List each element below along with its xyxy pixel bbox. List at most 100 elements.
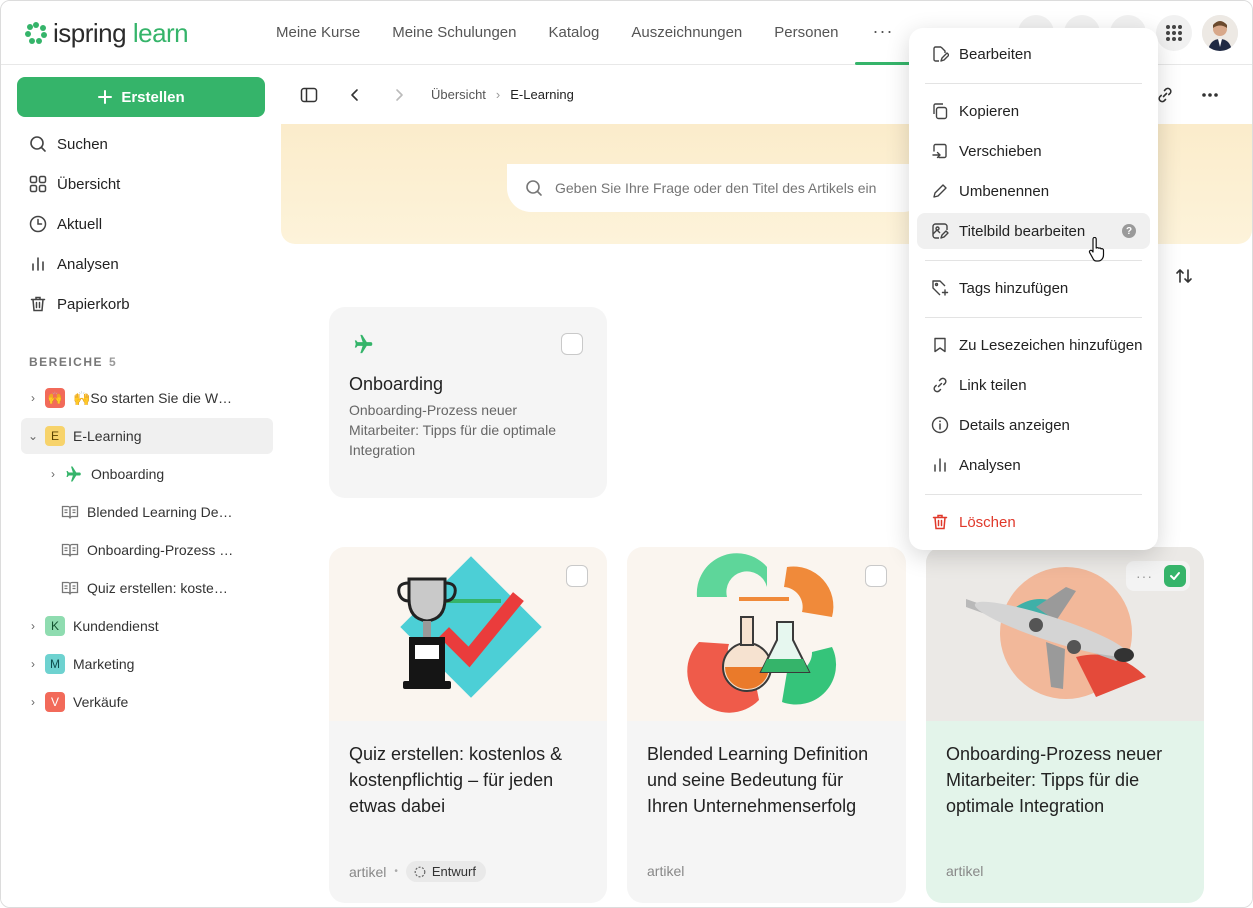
tree-item-onboarding-prozess[interactable]: Onboarding-Prozess … [21, 532, 273, 568]
menu-item-label: Verschieben [959, 142, 1042, 160]
menu-divider [925, 83, 1142, 84]
sidebar-item-uebersicht[interactable]: Übersicht [17, 164, 265, 204]
card-title-line: optimale Integration [946, 796, 1105, 816]
sidebar-toggle-icon[interactable] [297, 83, 321, 107]
logo[interactable]: ispring learn [25, 17, 189, 48]
tree-item-label: Onboarding-Prozess … [87, 542, 234, 558]
search-input[interactable] [555, 180, 895, 196]
chevron-right-icon[interactable]: › [21, 657, 45, 671]
sidebar-item-papierkorb[interactable]: Papierkorb [17, 284, 265, 324]
menu-item-analytics[interactable]: Analysen [917, 447, 1150, 483]
menu-item-details[interactable]: Details anzeigen [917, 407, 1150, 443]
menu-item-add-tags[interactable]: Tags hinzufügen [917, 270, 1150, 306]
airplane-icon [354, 334, 373, 354]
tree-item-label: Verkäufe [73, 694, 129, 710]
menu-item-rename[interactable]: Umbenennen [917, 173, 1150, 209]
menu-item-delete[interactable]: Löschen [917, 504, 1150, 540]
tree-item-label: Marketing [73, 656, 135, 672]
menu-item-label: Zu Lesezeichen hinzufügen [959, 336, 1143, 354]
sort-icon[interactable] [1174, 266, 1198, 290]
back-icon[interactable] [343, 83, 367, 107]
sidebar-item-label: Aktuell [57, 215, 103, 233]
menu-item-label: Details anzeigen [959, 416, 1070, 434]
space-badge: V [45, 692, 65, 712]
card-checkbox[interactable] [566, 565, 588, 587]
sidebar: Erstellen Suchen Übersicht Aktuell Analy… [1, 66, 281, 907]
tree-item-label: 🙌So starten Sie die W… [73, 389, 233, 406]
tree-item-marketing[interactable]: › M Marketing [21, 646, 273, 682]
card-type: artikel [349, 863, 387, 880]
tree-item-blended[interactable]: Blended Learning De… [21, 494, 273, 530]
menu-item-copy[interactable]: Kopieren [917, 93, 1150, 129]
card-checkbox-checked[interactable] [1164, 565, 1186, 587]
hand-cursor-icon [1088, 237, 1105, 262]
sidebar-item-label: Übersicht [57, 175, 121, 193]
nav-auszeichnungen[interactable]: Auszeichnungen [615, 1, 758, 65]
tree-item-kundendienst[interactable]: › K Kundendienst [21, 608, 273, 644]
bookmark-icon [934, 337, 946, 353]
sidebar-item-aktuell[interactable]: Aktuell [17, 204, 265, 244]
menu-item-label: Link teilen [959, 376, 1027, 394]
avatar[interactable] [1202, 15, 1238, 51]
nav-meine-kurse[interactable]: Meine Kurse [260, 1, 376, 65]
chevron-right-icon[interactable]: › [21, 695, 45, 709]
context-menu: Bearbeiten Kopieren Verschieben Umbenenn… [909, 28, 1158, 550]
ispring-logo-icon [25, 22, 47, 44]
menu-item-edit[interactable]: Bearbeiten [917, 36, 1150, 72]
space-badge: K [45, 616, 65, 636]
sidebar-item-analysen[interactable]: Analysen [17, 244, 265, 284]
tree-item-label: Onboarding [91, 466, 165, 482]
tree-item-so-starten[interactable]: › 🙌 🙌So starten Sie die W… [21, 380, 273, 416]
pencil-icon [933, 184, 947, 198]
info-icon [931, 416, 949, 434]
article-card-quiz[interactable]: Quiz erstellen: kostenlos & kostenpflich… [329, 547, 607, 903]
clock-icon [29, 215, 47, 233]
card-title-line: Ihren Unternehmenserfolg [647, 796, 857, 816]
card-type: artikel [647, 863, 685, 879]
sidebar-item-suchen[interactable]: Suchen [17, 124, 265, 164]
help-icon[interactable]: ? [1122, 224, 1136, 238]
tree-item-onboarding[interactable]: › Onboarding [21, 456, 273, 492]
menu-item-bookmark[interactable]: Zu Lesezeichen hinzufügen [917, 327, 1150, 363]
menu-item-edit-cover[interactable]: Titelbild bearbeiten ? [917, 213, 1150, 249]
card-more-button[interactable]: ··· [1136, 568, 1153, 584]
card-checkbox[interactable] [865, 565, 887, 587]
chevron-right-icon[interactable]: › [21, 619, 45, 633]
logo-text-ispring: ispring [53, 17, 127, 48]
breadcrumb-parent[interactable]: Übersicht [431, 87, 486, 102]
card-checkbox[interactable] [561, 333, 583, 355]
space-badge: E [45, 426, 65, 446]
nav-meine-schulungen[interactable]: Meine Schulungen [376, 1, 532, 65]
tree-item-e-learning[interactable]: ⌄ E E-Learning [21, 418, 273, 454]
menu-item-move[interactable]: Verschieben [917, 133, 1150, 169]
trash-icon [30, 296, 46, 312]
nav-katalog[interactable]: Katalog [532, 1, 615, 65]
menu-item-label: Umbenennen [959, 182, 1050, 200]
section-title-text: BEREICHE [29, 355, 104, 369]
card-title-line: Blended Learning Definition [647, 744, 869, 764]
article-card-onboarding[interactable]: ··· Onboarding-Prozess neuer Mitarbeiter… [926, 547, 1204, 903]
more-options-icon[interactable] [1198, 83, 1222, 107]
nav-more-button[interactable]: ··· [854, 1, 912, 65]
article-card-blended[interactable]: Blended Learning Definition und seine Be… [627, 547, 906, 903]
forward-icon[interactable] [387, 83, 411, 107]
menu-item-share-link[interactable]: Link teilen [917, 367, 1150, 403]
chevron-down-icon[interactable]: ⌄ [21, 429, 45, 443]
tree-item-verkaeufe[interactable]: › V Verkäufe [21, 684, 273, 720]
status-badge: Entwurf [405, 861, 486, 882]
card-meta: artikel [946, 863, 983, 879]
chevron-right-icon[interactable]: › [21, 391, 45, 405]
card-meta: artikel • Entwurf [349, 861, 486, 882]
airplane-icon [66, 466, 81, 482]
apps-grid-icon[interactable] [1156, 15, 1192, 51]
main-nav: Meine Kurse Meine Schulungen Katalog Aus… [260, 1, 912, 65]
search-bar[interactable] [507, 164, 927, 212]
nav-personen[interactable]: Personen [758, 1, 854, 65]
tree-item-label: E-Learning [73, 428, 142, 444]
menu-item-label: Titelbild bearbeiten [959, 222, 1086, 240]
folder-card-onboarding[interactable]: Onboarding Onboarding-Prozess neuer Mita… [329, 307, 607, 498]
check-icon [1170, 572, 1180, 580]
tree-item-quiz[interactable]: Quiz erstellen: koste… [21, 570, 273, 606]
create-button[interactable]: Erstellen [17, 77, 265, 117]
chevron-right-icon[interactable]: › [41, 467, 65, 481]
